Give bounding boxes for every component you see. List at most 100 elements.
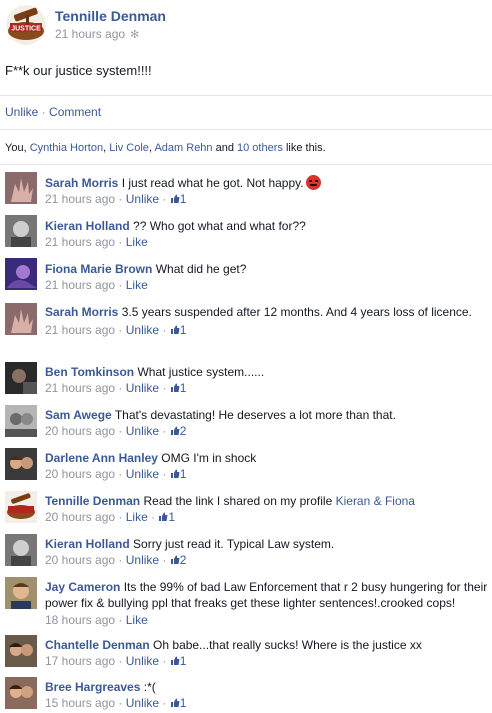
angry-face-icon xyxy=(305,175,321,190)
bw-face-icon[interactable] xyxy=(5,534,37,566)
comment-link[interactable]: Comment xyxy=(49,105,101,119)
like-link[interactable]: Like xyxy=(126,613,148,627)
comment-like-count[interactable]: 1 xyxy=(158,510,175,524)
couple-photo-icon[interactable] xyxy=(5,448,37,480)
comment-meta: 21 hours ago · Unlike · 1 xyxy=(45,323,187,337)
comment-text: What justice system...... xyxy=(137,365,265,379)
comment-body: Sam Awege That's devastating! He deserve… xyxy=(45,407,491,440)
commenter-name[interactable]: Kieran Holland xyxy=(45,219,130,233)
like-count: 1 xyxy=(168,510,176,524)
commenter-name[interactable]: Sarah Morris xyxy=(45,305,118,319)
comment-time[interactable]: 18 hours ago xyxy=(45,613,115,627)
likes-prefix: You, xyxy=(5,142,30,154)
comment-like-count[interactable]: 1 xyxy=(170,381,186,395)
commenter-name[interactable]: Chantelle Denman xyxy=(45,638,150,652)
like-count: 1 xyxy=(179,192,187,206)
justice-gavel-avatar[interactable]: JUSTICE xyxy=(6,5,46,45)
grey-photo-icon[interactable] xyxy=(5,405,37,437)
comment-like-count[interactable]: 2 xyxy=(170,424,186,438)
unlike-link[interactable]: Unlike xyxy=(126,323,159,337)
thumbs-up-icon xyxy=(159,512,168,521)
comment-like-count[interactable]: 1 xyxy=(170,467,186,481)
comment-time[interactable]: 17 hours ago xyxy=(45,654,115,668)
others-link[interactable]: 10 others xyxy=(237,142,283,154)
purple-photo-icon[interactable] xyxy=(5,258,37,290)
commenter-name[interactable]: Kieran Holland xyxy=(45,537,130,551)
comment-meta: 15 hours ago · Unlike · 1 xyxy=(45,696,187,710)
comment-text: 3.5 years suspended after 12 months. And… xyxy=(121,305,472,319)
comment-time[interactable]: 20 hours ago xyxy=(45,467,115,481)
comment-body: Kieran Holland Sorry just read it. Typic… xyxy=(45,536,491,569)
comment-meta: 20 hours ago · Unlike · 1 xyxy=(45,467,187,481)
unlike-link[interactable]: Unlike xyxy=(126,424,159,438)
liker-link[interactable]: Adam Rehn xyxy=(154,142,212,154)
svg-text:JUSTICE: JUSTICE xyxy=(11,26,41,33)
unlike-link[interactable]: Unlike xyxy=(126,381,159,395)
hand-icon[interactable] xyxy=(5,303,37,335)
man-photo-icon[interactable] xyxy=(5,577,37,609)
commenter-name[interactable]: Fiona Marie Brown xyxy=(45,262,152,276)
comment-time[interactable]: 20 hours ago xyxy=(45,553,115,567)
gear-icon[interactable]: ✻ xyxy=(130,28,139,41)
comment-body: Sarah Morris 3.5 years suspended after 1… xyxy=(45,304,485,339)
like-link[interactable]: Like xyxy=(126,510,148,524)
commenter-name[interactable]: Jay Cameron xyxy=(45,580,120,594)
unlike-link[interactable]: Unlike xyxy=(126,696,159,710)
commenter-name[interactable]: Ben Tomkinson xyxy=(45,365,134,379)
commenter-name[interactable]: Darlene Ann Hanley xyxy=(45,451,158,465)
comment-time[interactable]: 21 hours ago xyxy=(45,278,115,292)
unlike-link[interactable]: Unlike xyxy=(126,192,159,206)
comment-meta: 21 hours ago · Unlike · 1 xyxy=(45,381,187,395)
comment-like-count[interactable]: 1 xyxy=(170,192,187,206)
comment-time[interactable]: 15 hours ago xyxy=(45,696,115,710)
hand-icon[interactable] xyxy=(5,172,37,204)
couple-photo-icon[interactable] xyxy=(5,677,37,709)
mention-link[interactable]: Kieran & Fiona xyxy=(336,494,415,508)
comment-body: Jay Cameron Its the 99% of bad Law Enfor… xyxy=(45,579,492,629)
post-author[interactable]: Tennille Denman xyxy=(55,8,166,24)
like-link[interactable]: Like xyxy=(126,278,148,292)
comment-meta: 20 hours ago · Unlike · 2 xyxy=(45,553,187,567)
comment-like-count[interactable]: 1 xyxy=(170,696,186,710)
dark-photo-icon[interactable] xyxy=(5,362,37,394)
like-count: 1 xyxy=(179,654,187,668)
commenter-name[interactable]: Bree Hargreaves xyxy=(45,680,140,694)
thumbs-up-icon xyxy=(170,469,180,478)
commenter-name[interactable]: Tennille Denman xyxy=(45,494,140,508)
comment-like-count[interactable]: 1 xyxy=(170,654,187,668)
commenter-name[interactable]: Sam Awege xyxy=(45,408,112,422)
comment-like-count[interactable]: 1 xyxy=(170,323,187,337)
comment-time[interactable]: 21 hours ago xyxy=(45,323,115,337)
unlike-link[interactable]: Unlike xyxy=(126,467,159,481)
commenter-name[interactable]: Sarah Morris xyxy=(45,176,118,190)
justice-icon[interactable] xyxy=(5,491,37,523)
comment-time[interactable]: 21 hours ago xyxy=(45,235,115,249)
unlike-link[interactable]: Unlike xyxy=(126,654,159,668)
unlike-link[interactable]: Unlike xyxy=(126,553,159,567)
comment-time[interactable]: 20 hours ago xyxy=(45,510,115,524)
comment-time[interactable]: 20 hours ago xyxy=(45,424,115,438)
comment-like-count[interactable]: 2 xyxy=(170,553,186,567)
divider xyxy=(0,129,492,130)
thumbs-up-icon xyxy=(170,325,180,334)
bw-face-icon[interactable] xyxy=(5,215,37,247)
liker-link[interactable]: Liv Cole xyxy=(109,142,149,154)
unlike-link[interactable]: Unlike xyxy=(5,105,38,119)
thumbs-up-icon xyxy=(170,656,180,665)
likes-summary: You, Cynthia Horton, Liv Cole, Adam Rehn… xyxy=(5,142,326,154)
comment-text: Sorry just read it. Typical Law system. xyxy=(133,537,335,551)
comment-body: Sarah Morris I just read what he got. No… xyxy=(45,175,491,208)
post-timestamp[interactable]: 21 hours ago xyxy=(55,27,125,41)
liker-link[interactable]: Cynthia Horton xyxy=(30,142,103,154)
comment-time[interactable]: 21 hours ago xyxy=(45,381,115,395)
like-count: 1 xyxy=(179,323,187,337)
comment-text: What did he get? xyxy=(155,262,247,276)
comment-text: Oh babe...that really sucks! Where is th… xyxy=(153,638,422,652)
comment-time[interactable]: 21 hours ago xyxy=(45,192,115,206)
couple-photo-icon[interactable] xyxy=(5,635,37,667)
like-link[interactable]: Like xyxy=(126,235,148,249)
comment-text: :*( xyxy=(143,680,156,694)
comment-body: Kieran Holland ?? Who got what and what … xyxy=(45,218,491,251)
comment-meta: 21 hours ago · Like xyxy=(45,278,148,292)
thumbs-up-icon xyxy=(170,426,180,435)
